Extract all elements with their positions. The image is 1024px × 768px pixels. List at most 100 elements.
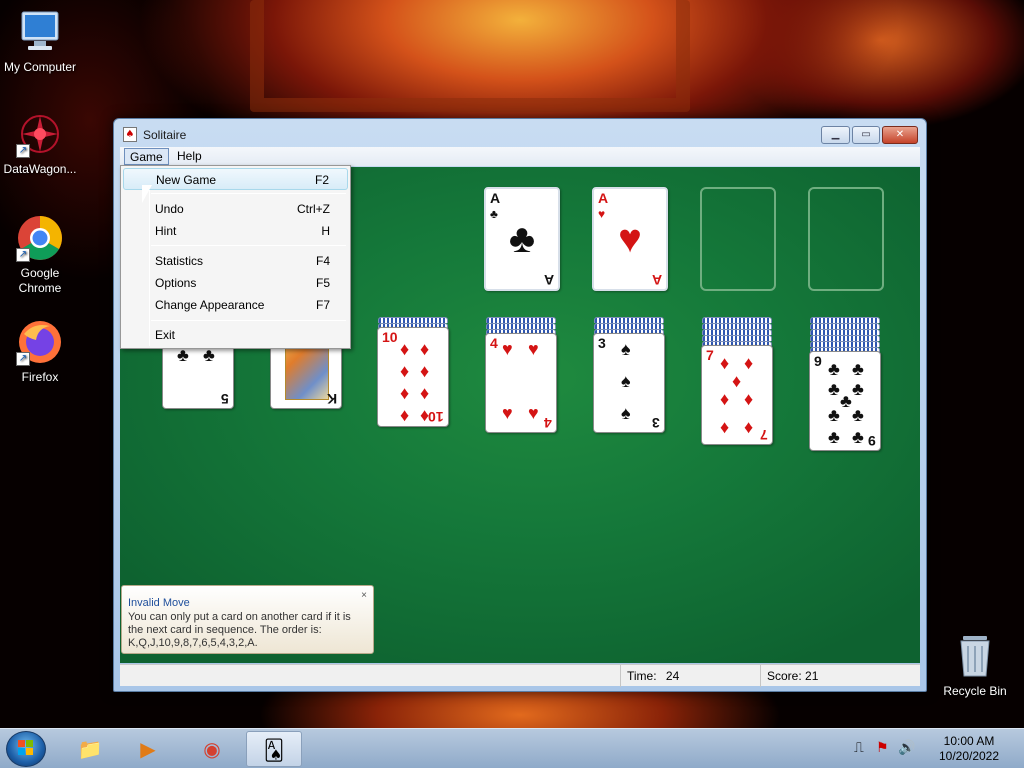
card-suit-icon: ♦ [720,417,730,437]
tableau-card-5[interactable]: 3 ♠ ♠ ♠ 3 [593,333,665,433]
tableau-card-6[interactable]: 7 ♦ ♦ ♦ ♦ ♦ ♦ ♦ 7 [701,345,773,445]
card-rank: 3 [598,335,606,351]
taskbar-media-player[interactable]: ▶ [120,731,176,767]
close-button[interactable]: ✕ [882,126,918,144]
recycle-bin-icon [951,632,999,680]
card-suit-icon: ♦ [420,339,430,359]
card-suit-icon: ♣ [852,379,864,399]
card-suit-icon: ♦ [400,361,410,381]
foundation-4-empty[interactable] [808,187,884,291]
card-suit-icon: ♦ [744,353,754,373]
menu-item-new-game[interactable]: New Game F2 [123,168,348,190]
desktop-icon-label: My Computer [3,60,77,74]
card-rank-inverted: 9 [868,433,876,449]
wallpaper-frame [250,0,690,112]
foundation-2[interactable]: A ♥ ♥ A [592,187,668,291]
network-icon[interactable]: ⎍ [854,739,864,756]
status-bar: Time: 24 Score: 21 [120,664,920,687]
solitaire-icon: 🂡 [263,738,285,762]
menu-item-shortcut: Ctrl+Z [297,202,330,216]
clock[interactable]: 10:00 AM 10/20/2022 [934,734,1004,764]
card-suit-icon: ♠ [621,371,631,391]
desktop-icon-my-computer[interactable]: My Computer [0,8,80,75]
notification-close-button[interactable]: × [361,590,367,601]
menu-item-exit[interactable]: Exit [123,324,348,346]
notification-body: You can only put a card on another card … [128,611,351,649]
card-rank: 9 [814,353,822,369]
computer-icon [16,8,64,56]
card-rank: 7 [706,347,714,363]
menu-item-label: Undo [155,202,184,216]
score-value: 21 [805,669,819,683]
card-rank-inverted: A [543,272,554,288]
notification-title: Invalid Move [128,597,190,609]
desktop-icon-label: Google Chrome [18,266,62,295]
score-label: Score: [767,669,802,683]
tableau-card-4[interactable]: 4 ♥ ♥ ♥ ♥ 4 [485,333,557,433]
card-suit-icon: ♣ [828,427,840,447]
foundation-1[interactable]: A ♣ ♣ A [484,187,560,291]
menu-item-statistics[interactable]: Statistics F4 [123,250,348,272]
time-value: 24 [665,669,680,683]
card-rank-inverted: 7 [760,427,768,443]
card-rank-inverted: 5 [221,391,229,407]
tableau-card-7[interactable]: 9 ♣ ♣ ♣ ♣ ♣ ♣ ♣ ♣ ♣ 9 [809,351,881,451]
maximize-button[interactable]: ▭ [852,126,880,144]
card-suit-icon: ♣ [852,405,864,425]
card-rank-inverted: A [651,272,662,288]
desktop-icon-firefox[interactable]: ↗ Firefox [0,318,80,385]
card-suit-icon: ♠ [621,339,631,359]
desktop-icon-datawagon[interactable]: ↗ DataWagon... [0,110,80,177]
card-suit-icon: ♦ [720,389,730,409]
action-center-icon[interactable]: ⚑ [876,739,889,756]
desktop-icon-google-chrome[interactable]: ↗ Google Chrome [0,214,80,296]
menu-bar: Game Help [120,147,920,166]
invalid-move-notification: × Invalid Move You can only put a card o… [121,585,374,654]
media-player-icon: ▶ [140,737,156,761]
shortcut-arrow-icon: ↗ [16,352,30,366]
menu-separator [151,193,346,194]
card-suit-icon: ♦ [732,371,742,391]
start-button[interactable] [6,731,46,767]
taskbar-chrome[interactable]: ◉ [184,731,240,767]
menu-game[interactable]: Game [124,148,169,165]
card-suit-icon: ♦ [720,353,730,373]
card-suit-icon: ♥ [528,403,539,423]
card-suit-icon: ♦ [420,383,430,403]
mouse-cursor-icon [142,185,152,203]
menu-item-label: Hint [155,224,177,238]
card-rank: 10 [382,329,398,345]
card-center-suit-icon: ♥ [618,217,642,261]
card-suit-icon: ♣ [840,391,852,411]
menu-item-label: Change Appearance [155,298,265,312]
card-suit-icon: ♥ [528,339,539,359]
taskbar-solitaire[interactable]: 🂡 [246,731,302,767]
menu-item-undo[interactable]: Undo Ctrl+Z [123,198,348,220]
windows-logo-icon [18,740,33,755]
volume-icon[interactable]: 🔊 [898,739,915,756]
menu-item-hint[interactable]: Hint H [123,220,348,242]
card-rank-inverted: 3 [652,415,660,431]
desktop-icon-label: DataWagon... [3,162,77,176]
menu-separator [151,245,346,246]
tableau-card-3[interactable]: 10 ♦ ♦ ♦ ♦ ♦ ♦ ♦ ♦ 10 [377,327,449,427]
minimize-button[interactable]: ▁ [821,126,850,144]
taskbar-explorer[interactable]: 📁 [62,731,118,767]
clock-date: 10/20/2022 [938,749,1000,763]
menu-help[interactable]: Help [172,148,207,165]
card-suit-icon: ♣ [828,379,840,399]
card-suit-icon: ♥ [502,339,513,359]
card-suit-icon: ♥ [502,403,513,423]
menu-item-label: Options [155,276,197,290]
desktop-icon-label: Recycle Bin [943,684,1007,698]
desktop-icon-recycle-bin[interactable]: Recycle Bin [935,632,1015,699]
chrome-icon: ◉ [203,737,221,761]
menu-item-options[interactable]: Options F5 [123,272,348,294]
menu-separator [151,320,346,321]
card-suit-icon: ♦ [744,417,754,437]
title-bar[interactable]: ♠ Solitaire ▁ ▭ ✕ [114,119,926,147]
shortcut-arrow-icon: ↗ [16,144,30,158]
menu-item-change-appearance[interactable]: Change Appearance F7 [123,294,348,316]
menu-item-shortcut: H [321,224,330,238]
foundation-3-empty[interactable] [700,187,776,291]
